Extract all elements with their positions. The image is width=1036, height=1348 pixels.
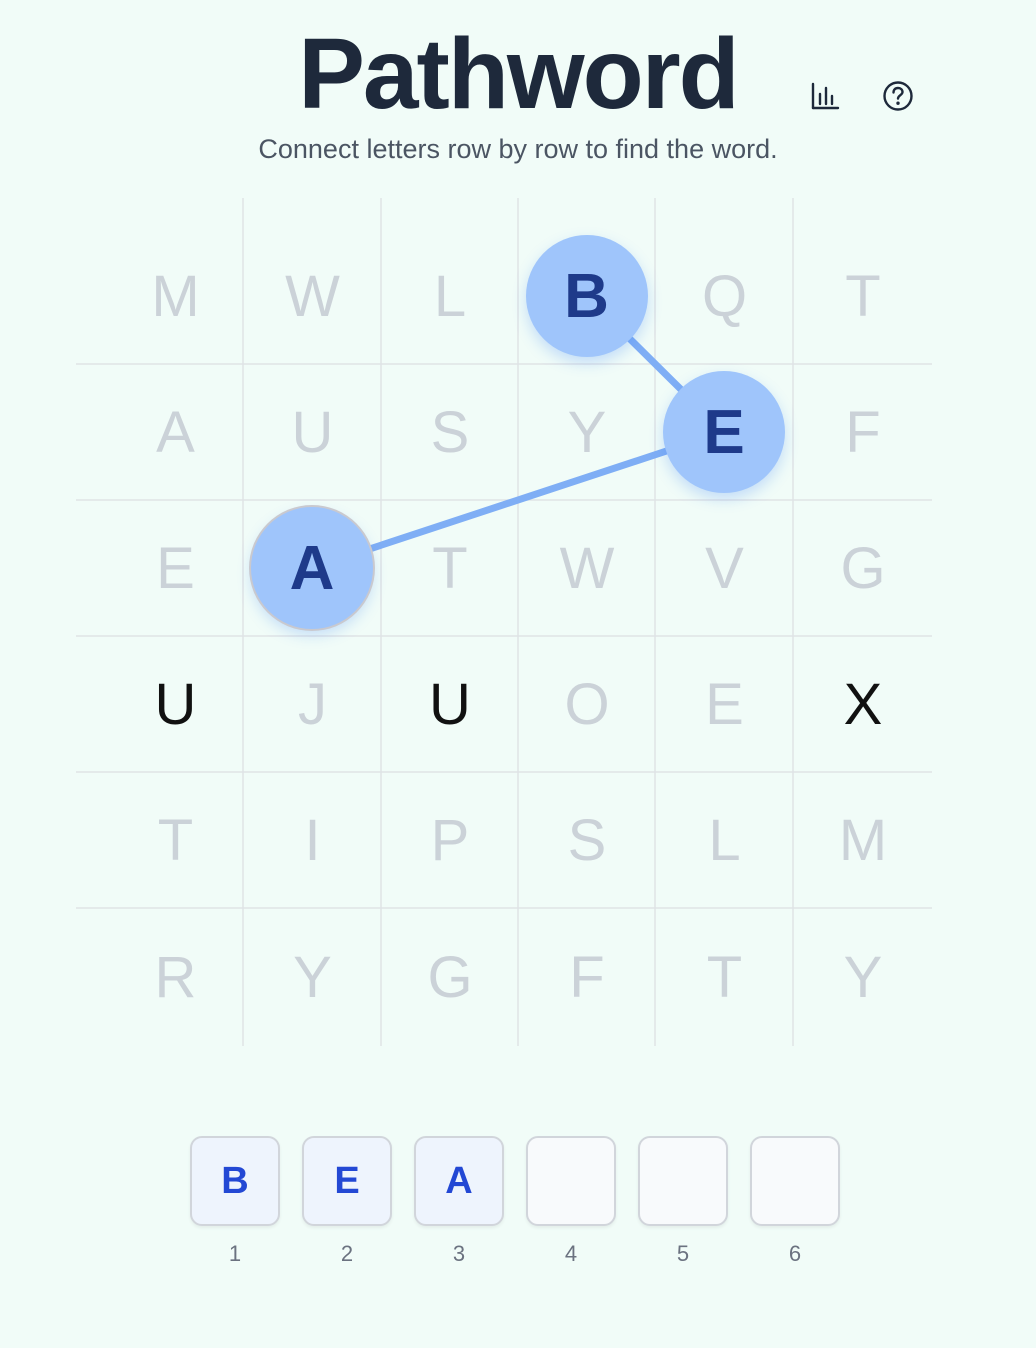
grid-cell[interactable]: A — [107, 364, 244, 500]
grid-cell[interactable]: T — [107, 772, 244, 908]
answer-slot — [750, 1136, 840, 1226]
grid-cell[interactable]: T — [656, 909, 793, 1045]
grid-cell[interactable]: M — [107, 228, 244, 364]
answer-slots: B 1 E 2 A 3 4 5 6 — [190, 1136, 850, 1286]
answer-slot: B — [190, 1136, 280, 1226]
slot-number: 6 — [788, 1241, 802, 1266]
grid-cell[interactable]: U — [107, 636, 244, 772]
grid-cell[interactable]: S — [519, 772, 656, 908]
help-button[interactable] — [878, 76, 918, 116]
answer-slot: E — [302, 1136, 392, 1226]
slot-number: 1 — [228, 1241, 242, 1266]
grid-cell[interactable]: P — [382, 772, 519, 908]
grid-cell[interactable]: L — [382, 228, 519, 364]
question-circle-icon — [883, 81, 913, 111]
bar-chart-icon — [811, 82, 840, 110]
grid-cell[interactable]: W — [244, 228, 381, 364]
answer-slot — [638, 1136, 728, 1226]
grid-cell[interactable]: R — [107, 909, 244, 1045]
slot-number: 4 — [564, 1241, 578, 1266]
letter-grid: MWLQTAUSYFETWVGUJUOEXTIPSLMRYGFTYBEA — [76, 198, 932, 1046]
game-subtitle: Connect letters row by row to find the w… — [258, 134, 778, 164]
grid-cell[interactable]: T — [795, 228, 932, 364]
grid-cell[interactable]: I — [244, 772, 381, 908]
grid-cell[interactable]: G — [382, 909, 519, 1045]
grid-cell[interactable]: Y — [244, 909, 381, 1045]
answer-slot: A — [414, 1136, 504, 1226]
grid-cell[interactable]: M — [795, 772, 932, 908]
grid-cell[interactable]: F — [795, 364, 932, 500]
grid-cell[interactable]: E — [107, 500, 244, 636]
selected-letter-bubble[interactable]: E — [663, 371, 785, 493]
stats-button[interactable] — [805, 76, 845, 116]
grid-cell[interactable]: S — [382, 364, 519, 500]
answer-slot — [526, 1136, 616, 1226]
grid-cell[interactable]: J — [244, 636, 381, 772]
grid-cell[interactable]: Q — [656, 228, 793, 364]
grid-cell[interactable]: L — [656, 772, 793, 908]
grid-cell[interactable]: W — [519, 500, 656, 636]
grid-cell[interactable]: T — [382, 500, 519, 636]
grid-cell[interactable]: V — [656, 500, 793, 636]
grid-cell[interactable]: U — [244, 364, 381, 500]
slot-number: 3 — [452, 1241, 466, 1266]
grid-cell[interactable]: E — [656, 636, 793, 772]
grid-cell[interactable]: F — [519, 909, 656, 1045]
grid-cell[interactable]: U — [382, 636, 519, 772]
grid-cell[interactable]: G — [795, 500, 932, 636]
grid-cell[interactable]: Y — [795, 909, 932, 1045]
grid-cell[interactable]: O — [519, 636, 656, 772]
selected-letter-bubble[interactable]: A — [251, 507, 373, 629]
slot-number: 2 — [340, 1241, 354, 1266]
grid-cell[interactable]: X — [795, 636, 932, 772]
selected-letter-bubble[interactable]: B — [525, 235, 648, 357]
slot-number: 5 — [676, 1241, 690, 1266]
grid-cell[interactable]: Y — [519, 364, 656, 500]
